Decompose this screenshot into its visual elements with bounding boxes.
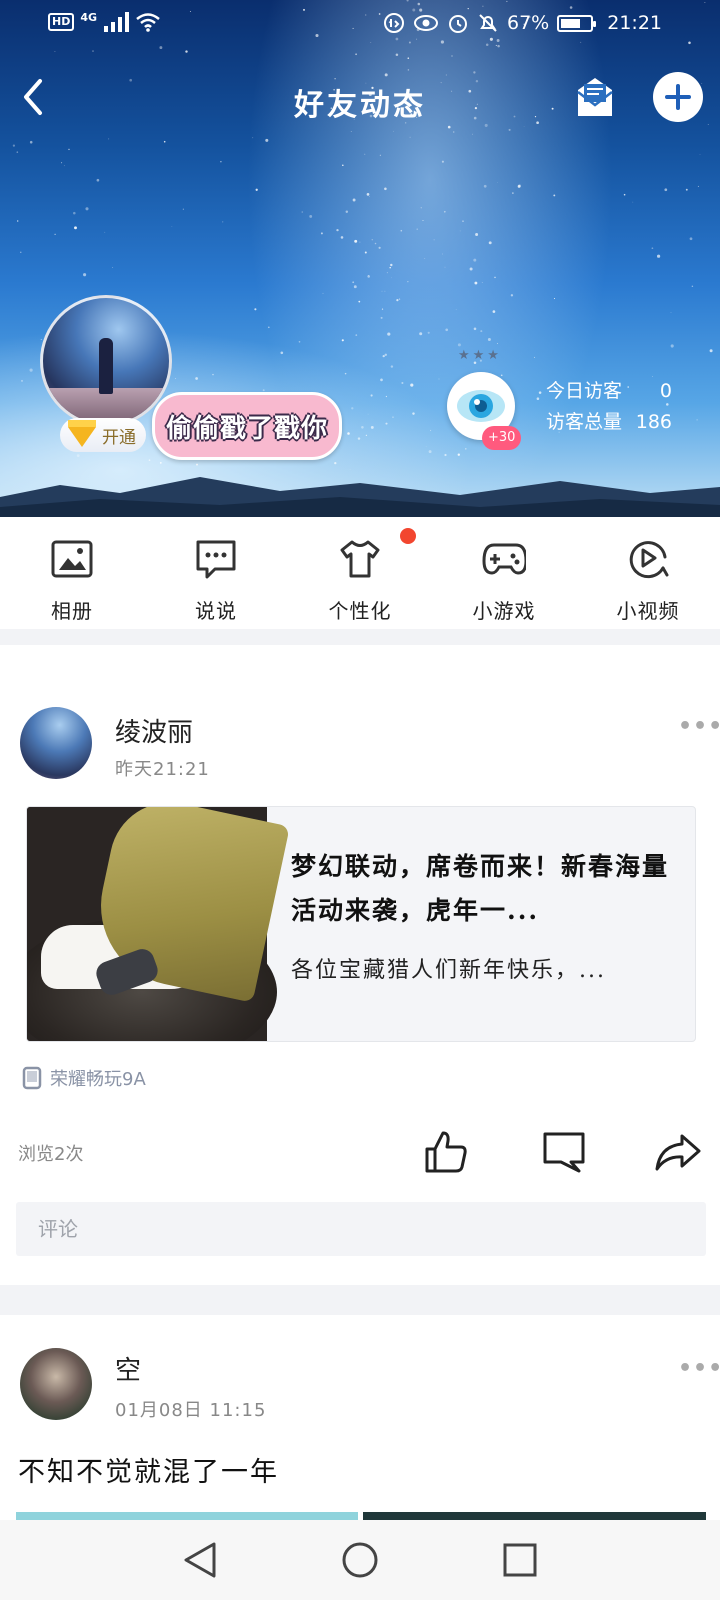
status-bar: HD 4G 67% 21:21 bbox=[0, 0, 720, 50]
mountain-silhouette bbox=[0, 477, 720, 517]
visitors-today-label: 今日访客 bbox=[546, 380, 623, 402]
post-device-name: 荣耀畅玩9A bbox=[50, 1069, 146, 1090]
shared-link-title: 梦幻联动，席卷而来！新春海量活动来袭，虎年一... bbox=[291, 852, 670, 925]
shared-link-description: 各位宝藏猎人们新年快乐，... bbox=[291, 958, 606, 983]
user-avatar[interactable] bbox=[40, 295, 172, 427]
visitors-today-count: 0 bbox=[659, 380, 673, 402]
battery-icon bbox=[557, 14, 597, 32]
play-circle-icon bbox=[629, 541, 669, 579]
post-more-button[interactable]: ••• bbox=[678, 714, 720, 739]
eye-icon bbox=[457, 390, 505, 422]
menu-item-label: 小视频 bbox=[616, 599, 680, 623]
poke-sticker-text: 偷偷戳了戳你 bbox=[165, 413, 328, 444]
gamepad-icon bbox=[482, 543, 526, 575]
comment-input[interactable] bbox=[16, 1202, 706, 1256]
mute-bell-icon bbox=[479, 14, 497, 32]
visitor-stats[interactable]: 今日访客 0 访客总量 186 bbox=[546, 376, 672, 438]
post-view-count: 浏览2次 bbox=[18, 1144, 84, 1165]
menu-item-album[interactable]: 相册 bbox=[0, 517, 144, 629]
data-saver-icon bbox=[384, 13, 404, 33]
system-home-button[interactable] bbox=[335, 1535, 385, 1585]
share-button[interactable] bbox=[652, 1126, 704, 1178]
visitor-bonus-badge: +30 bbox=[482, 426, 522, 450]
comment-button[interactable] bbox=[538, 1126, 590, 1178]
decor-stars-icon: ★★★ bbox=[458, 348, 502, 363]
quick-menu: 相册 说说 个性化 小游戏 小视频 bbox=[0, 517, 720, 629]
hd-badge: HD bbox=[48, 13, 75, 31]
ellipsis-icon: ••• bbox=[678, 714, 720, 739]
post-more-button[interactable]: ••• bbox=[678, 1356, 720, 1381]
navigation-bar: 好友动态 bbox=[0, 62, 720, 132]
vip-label: 开通 bbox=[102, 427, 136, 448]
system-navigation-bar bbox=[0, 1520, 720, 1600]
notification-dot bbox=[400, 528, 416, 544]
post-author-name[interactable]: 绫波丽 bbox=[115, 712, 193, 749]
phone-icon bbox=[22, 1066, 42, 1090]
system-back-button[interactable] bbox=[175, 1535, 225, 1585]
visitors-total-count: 186 bbox=[635, 411, 673, 433]
section-divider bbox=[0, 629, 720, 645]
square-recents-icon bbox=[503, 1543, 537, 1577]
mail-icon bbox=[577, 78, 613, 116]
menu-item-label: 说说 bbox=[195, 599, 237, 623]
messages-button[interactable] bbox=[570, 72, 620, 122]
shared-link-thumbnail bbox=[27, 807, 290, 1041]
menu-item-label: 小游戏 bbox=[472, 599, 536, 623]
plus-icon bbox=[665, 84, 691, 110]
add-post-button[interactable] bbox=[653, 72, 703, 122]
triangle-back-icon bbox=[184, 1542, 216, 1578]
vip-open-button[interactable]: 开通 bbox=[60, 418, 146, 452]
image-icon bbox=[51, 540, 93, 578]
circle-home-icon bbox=[342, 1542, 378, 1578]
system-recents-button[interactable] bbox=[495, 1535, 545, 1585]
network-type: 4G bbox=[80, 10, 98, 24]
visitors-total-label: 访客总量 bbox=[546, 411, 623, 433]
battery-percent: 67% bbox=[507, 12, 550, 34]
section-divider bbox=[0, 1285, 720, 1315]
post-author-avatar[interactable] bbox=[20, 707, 92, 779]
menu-item-label: 相册 bbox=[51, 599, 93, 623]
diamond-icon bbox=[68, 420, 96, 447]
thumbs-up-icon bbox=[425, 1131, 467, 1173]
menu-item-moments[interactable]: 说说 bbox=[144, 517, 288, 629]
post-image[interactable] bbox=[16, 1512, 358, 1520]
shirt-icon bbox=[340, 540, 380, 578]
comment-bubble-icon bbox=[543, 1132, 585, 1173]
post-image[interactable] bbox=[363, 1512, 706, 1520]
menu-item-label: 个性化 bbox=[328, 599, 392, 623]
post-timestamp: 01月08日 11:15 bbox=[115, 1400, 267, 1421]
post-text: 不知不觉就混了一年 bbox=[18, 1457, 279, 1488]
alarm-icon bbox=[449, 15, 467, 33]
clock: 21:21 bbox=[607, 12, 662, 34]
menu-item-games[interactable]: 小游戏 bbox=[432, 517, 576, 629]
wifi-icon bbox=[136, 13, 160, 32]
menu-item-videos[interactable]: 小视频 bbox=[576, 517, 720, 629]
poke-sticker[interactable]: 偷偷戳了戳你 bbox=[152, 392, 342, 460]
share-arrow-icon bbox=[655, 1134, 701, 1171]
like-button[interactable] bbox=[420, 1126, 472, 1178]
post-author-avatar[interactable] bbox=[20, 1348, 92, 1420]
eye-comfort-icon bbox=[414, 15, 438, 31]
signal-icon bbox=[104, 12, 130, 32]
shared-link-card[interactable]: 梦幻联动，席卷而来！新春海量活动来袭，虎年一... 各位宝藏猎人们新年快乐，..… bbox=[26, 806, 696, 1042]
post-author-name[interactable]: 空 bbox=[115, 1350, 141, 1387]
post-device: 荣耀畅玩9A bbox=[22, 1065, 146, 1091]
post-timestamp: 昨天21:21 bbox=[115, 759, 210, 780]
ellipsis-icon: ••• bbox=[678, 1356, 720, 1381]
chat-bubble-icon bbox=[196, 540, 236, 579]
